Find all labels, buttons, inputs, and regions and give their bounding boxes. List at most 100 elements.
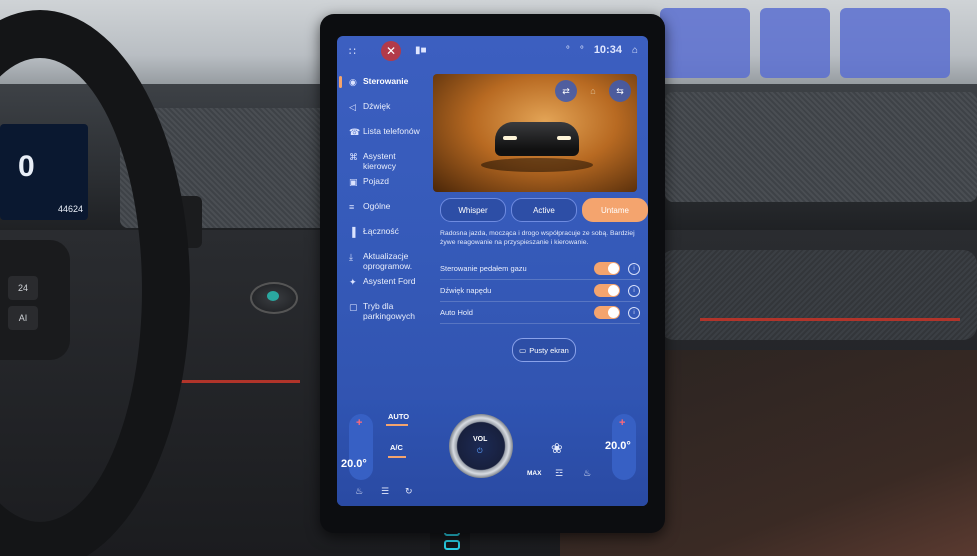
setting-label: Dźwięk napędu xyxy=(440,286,492,295)
profile-icon[interactable]: ⌂ xyxy=(632,45,638,56)
close-icon[interactable]: ✕ xyxy=(381,41,401,61)
car-illustration xyxy=(495,122,579,156)
menu-item-label: Asystent Ford xyxy=(363,276,416,286)
steering-wheel-hub: 24 AI xyxy=(0,240,70,360)
charger-light xyxy=(444,540,460,550)
menu-item-label: Dźwięk xyxy=(363,101,391,111)
car-shadow xyxy=(481,158,593,172)
drive-mode-icon[interactable]: ⇄ xyxy=(555,80,577,102)
info-icon[interactable]: i xyxy=(628,262,640,275)
mode-third-button[interactable]: Untame xyxy=(582,198,648,222)
setting-toggle[interactable] xyxy=(594,306,620,319)
setting-label: Auto Hold xyxy=(440,308,473,317)
menu-item-dzwiek[interactable]: ◁ Dźwięk xyxy=(337,101,435,123)
infotainment-display: ∷ ✕ ▮■ ° ° 10:34 ⌂ ◉ Sterowanie ◁ Dźwięk… xyxy=(320,14,665,533)
start-button[interactable] xyxy=(250,282,298,314)
right-temp-readout: 20.0° xyxy=(605,440,631,452)
status-bar: ∷ ✕ ▮■ ° ° 10:34 ⌂ xyxy=(337,36,648,66)
mode-whisper-button[interactable]: Whisper xyxy=(440,198,506,222)
settings-list: Sterowanie pedałem gazu i Dźwięk napędu … xyxy=(440,258,640,324)
menu-item-label: Tryb dla parkingowych xyxy=(363,301,415,321)
vehicle-hero-image: ⇄ ⌂ ⇆ xyxy=(433,74,637,192)
menu-item-sterowanie[interactable]: ◉ Sterowanie xyxy=(337,76,435,98)
knob-label: VOL xyxy=(473,436,488,443)
bluetooth-icon: ° xyxy=(579,44,584,56)
drive-mode-selector: Whisper Active Untame xyxy=(440,198,648,222)
grid-icon[interactable]: ∷ xyxy=(349,45,356,58)
menu-item-ogolne[interactable]: ≡ Ogólne xyxy=(337,201,435,223)
auto-indicator xyxy=(386,424,408,426)
fan-icon[interactable]: ❀ xyxy=(551,440,563,457)
max-defrost-button[interactable]: MAX xyxy=(527,470,541,477)
screen-icon: ▭ xyxy=(519,345,527,355)
menu-item-pojazd[interactable]: ▣ Pojazd xyxy=(337,176,435,198)
setting-row: Sterowanie pedałem gazu i xyxy=(440,258,640,280)
rear-defrost-icon[interactable]: ☲ xyxy=(555,468,563,479)
wall-graphic xyxy=(760,8,830,78)
menu-item-lista-telefonow[interactable]: ☎ Lista telefonów xyxy=(337,126,435,148)
menu-item-label: Łączność xyxy=(363,226,399,236)
menu-item-lacznosc[interactable]: ▐ Łączność xyxy=(337,226,435,248)
hero-buttons: ⇄ ⌂ ⇆ xyxy=(555,80,631,102)
mode-active-button[interactable]: Active xyxy=(511,198,577,222)
auto-button[interactable]: AUTO xyxy=(388,412,409,421)
download-icon: ⤓ xyxy=(349,252,353,262)
setting-label: Sterowanie pedałem gazu xyxy=(440,264,527,273)
menu-item-aktualizacje[interactable]: ⤓ Aktualizacje oprogramow. xyxy=(337,251,435,273)
mic-icon: ✦ xyxy=(349,277,357,287)
menu-item-label: Aktualizacje oprogramow. xyxy=(363,251,413,271)
ac-indicator xyxy=(388,456,406,458)
menu-item-asystent-ford[interactable]: ✦ Asystent Ford xyxy=(337,276,435,298)
recirculation-icon[interactable]: ↻ xyxy=(405,486,413,497)
plus-icon[interactable]: + xyxy=(356,417,362,429)
menu-item-label: Sterowanie xyxy=(363,76,409,86)
car-view-icon[interactable]: ⇆ xyxy=(609,80,631,102)
valet-icon: ▢ xyxy=(349,302,358,312)
menu-item-asystent-kierowcy[interactable]: ⌘ Asystent kierowcy xyxy=(337,151,435,173)
phone-icon: ☎ xyxy=(349,127,361,137)
setting-row: Auto Hold i xyxy=(440,302,640,324)
dashboard-fabric-right xyxy=(665,92,977,202)
menu-item-label: Lista telefonów xyxy=(363,126,420,136)
ac-button[interactable]: A/C xyxy=(390,443,403,452)
touchscreen: ∷ ✕ ▮■ ° ° 10:34 ⌂ ◉ Sterowanie ◁ Dźwięk… xyxy=(337,36,648,506)
left-temp-readout: 20.0° xyxy=(341,458,367,470)
power-icon: ⏻ xyxy=(477,448,483,455)
media-icon[interactable]: ▮■ xyxy=(415,45,427,56)
trim-line xyxy=(700,318,960,321)
signal-icon: ° xyxy=(565,44,570,56)
seat-heat-icon[interactable]: ♨ xyxy=(583,468,591,479)
menu-item-label: Asystent kierowcy xyxy=(363,151,397,171)
volume-knob[interactable]: VOL ⏻ xyxy=(449,414,513,478)
setting-toggle[interactable] xyxy=(594,262,620,275)
menu-item-tryb-parkingowych[interactable]: ▢ Tryb dla parkingowych xyxy=(337,301,435,323)
clock: 10:34 xyxy=(593,44,622,56)
signal-icon: ▐ xyxy=(349,227,356,237)
info-icon[interactable]: i xyxy=(628,306,640,319)
clean-screen-label: Pusty ekran xyxy=(529,345,569,355)
settings-menu: ◉ Sterowanie ◁ Dźwięk ☎ Lista telefonów … xyxy=(337,76,435,326)
clean-screen-button[interactable]: ▭ Pusty ekran xyxy=(512,338,576,362)
plus-icon[interactable]: + xyxy=(619,417,625,429)
general-icon: ≡ xyxy=(349,202,355,212)
menu-item-label: Ogólne xyxy=(363,201,391,211)
wheel-button[interactable]: AI xyxy=(8,306,38,330)
climate-bar: + 20.0° AUTO A/C VOL ⏻ ❀ + 20.0° MAX ☲ ♨… xyxy=(337,400,648,506)
seat-icon[interactable]: ⌂ xyxy=(582,80,604,102)
vehicle-icon: ▣ xyxy=(349,177,358,187)
dashboard-panel xyxy=(660,250,977,340)
setting-row: Dźwięk napędu i xyxy=(440,280,640,302)
info-icon[interactable]: i xyxy=(628,284,640,297)
speaker-icon: ◁ xyxy=(349,102,356,112)
wheel-button[interactable]: 24 xyxy=(8,276,38,300)
left-temp-control[interactable]: + xyxy=(349,414,373,480)
wall-graphic xyxy=(660,8,750,78)
menu-item-label: Pojazd xyxy=(363,176,389,186)
car-icon: ◉ xyxy=(349,77,357,87)
status-right: ° ° 10:34 ⌂ xyxy=(566,44,638,56)
seat-heat-left-icon[interactable]: ♨ xyxy=(355,486,363,497)
wall-graphic xyxy=(840,8,950,78)
setting-toggle[interactable] xyxy=(594,284,620,297)
assist-icon: ⌘ xyxy=(349,152,358,162)
airflow-icon[interactable]: ☰ xyxy=(381,486,389,497)
